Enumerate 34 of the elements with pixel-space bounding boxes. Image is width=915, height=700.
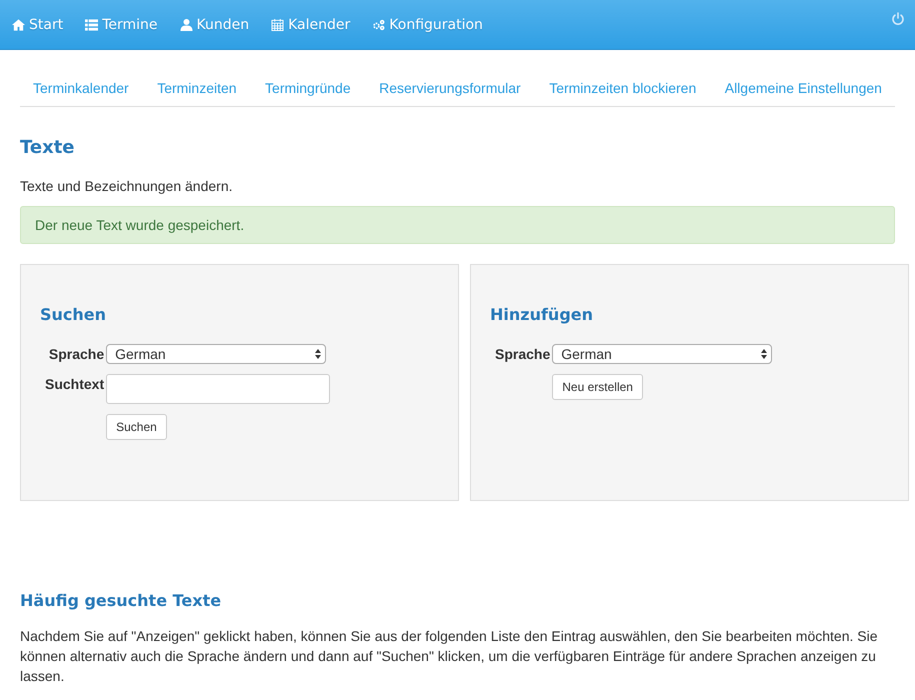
field-label: Sprache: [494, 345, 550, 362]
section-paragraph: Nachdem Sie auf "Anzeigen" geklickt haben, können Sie aus der folgenden Liste den Eintrag auswählen, den Sie bearbeiten möchten. Sie können alternativ auch die Sprache ändern und dann auf "Suchen" klicken, um die verfügbaren Einträge für andere Sprachen anzeigen zu lassen.: [20, 627, 879, 686]
subnav-link[interactable]: Terminzeiten: [157, 80, 237, 96]
subnav-link[interactable]: Reservierungsformular: [379, 80, 521, 96]
power-icon[interactable]: [891, 12, 905, 26]
nav-item[interactable]: Kalender: [271, 16, 350, 32]
search-text-field[interactable]: [106, 374, 330, 404]
gears-icon: [372, 18, 386, 30]
user-icon: [180, 18, 193, 30]
page-heading: Texte: [20, 137, 76, 158]
intro-text: Texte und Bezeichnungen ändern.: [20, 178, 234, 194]
nav-item[interactable]: Termine: [85, 16, 158, 32]
section-heading: Häufig gesuchte Texte: [20, 591, 222, 610]
field-label: Suchtext: [44, 375, 104, 392]
nav-item[interactable]: Kunden: [180, 16, 250, 32]
subnav-link[interactable]: Terminzeiten blockieren: [549, 80, 696, 96]
submit-button[interactable]: Suchen: [106, 414, 167, 440]
submit-button[interactable]: Neu erstellen: [552, 374, 643, 400]
field-label: Sprache: [48, 345, 104, 362]
success-alert: Der neue Text wurde gespeichert.: [20, 206, 895, 244]
language-select[interactable]: German: [552, 344, 772, 364]
sort-arrows-icon: [315, 349, 322, 359]
panel-heading: Suchen: [40, 305, 108, 324]
list-icon: [85, 18, 98, 30]
calendar-icon: [271, 18, 284, 30]
sort-arrows-icon: [761, 349, 768, 359]
subnav-link[interactable]: Allgemeine Einstellungen: [724, 80, 882, 96]
subnav-link[interactable]: Terminkalender: [33, 80, 129, 96]
panel-heading: Hinzufügen: [490, 305, 594, 324]
subnav-link[interactable]: Termingründe: [265, 80, 351, 96]
language-select[interactable]: German: [106, 344, 326, 364]
nav-item[interactable]: Konfiguration: [372, 16, 483, 32]
nav-item[interactable]: Start: [12, 16, 64, 32]
home-icon: [12, 18, 25, 30]
